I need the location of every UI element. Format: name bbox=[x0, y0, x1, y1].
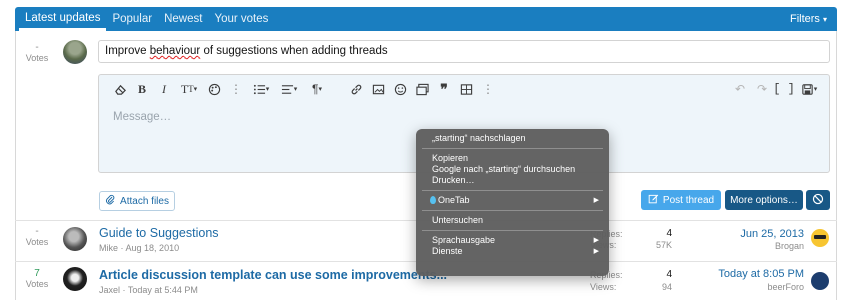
latest-user[interactable]: beerForo bbox=[700, 282, 804, 292]
more-vertical-icon[interactable]: ⋮ bbox=[225, 78, 247, 100]
thread-title-input[interactable]: Improve behaviour of suggestions when ad… bbox=[98, 40, 830, 63]
toolbar-gap bbox=[331, 78, 345, 100]
menu-item-copy[interactable]: Kopieren bbox=[416, 153, 609, 164]
votes-label: Votes bbox=[25, 237, 49, 247]
speech-label: Sprachausgabe bbox=[432, 235, 496, 245]
italic-icon[interactable]: I bbox=[153, 78, 175, 100]
thread-author[interactable]: Mike bbox=[99, 243, 118, 253]
tab-newest[interactable]: Newest bbox=[158, 7, 208, 31]
media-icon[interactable] bbox=[411, 78, 433, 100]
submenu-arrow-icon: ▶ bbox=[593, 248, 599, 255]
edit-icon bbox=[648, 193, 659, 207]
votes-count: 7 bbox=[34, 268, 40, 279]
paperclip-icon bbox=[105, 194, 116, 208]
thread-title-link[interactable]: Guide to Suggestions bbox=[99, 226, 219, 240]
views-count: 94 bbox=[661, 282, 672, 292]
filters-label: Filters bbox=[789, 13, 820, 25]
votes-count: - bbox=[35, 42, 39, 53]
replies-count: 4 bbox=[666, 269, 672, 280]
ban-icon bbox=[812, 193, 824, 208]
services-label: Dienste bbox=[432, 246, 463, 256]
votes-label: Votes bbox=[25, 53, 49, 63]
menu-item-services[interactable]: Dienste ▶ bbox=[416, 246, 609, 257]
thread-votes: 7 Votes bbox=[22, 268, 52, 290]
paragraph-icon[interactable]: ¶ ▾ bbox=[303, 78, 331, 100]
context-menu: „starting“ nachschlagen Kopieren Google … bbox=[416, 129, 609, 276]
thread-author[interactable]: Jaxel bbox=[99, 285, 120, 295]
thread-votes: - Votes bbox=[22, 226, 52, 248]
misspelled-word: behaviour bbox=[149, 45, 201, 57]
post-thread-label: Post thread bbox=[662, 194, 715, 206]
avatar[interactable] bbox=[63, 267, 87, 291]
image-icon[interactable] bbox=[367, 78, 389, 100]
avatar[interactable] bbox=[811, 272, 829, 290]
redo-icon[interactable]: ↷ bbox=[751, 78, 773, 100]
chevron-down-icon: ▾ bbox=[822, 15, 827, 24]
avatar[interactable] bbox=[63, 40, 87, 64]
thread-title-link[interactable]: Article discussion template can use some… bbox=[99, 268, 447, 282]
table-icon[interactable] bbox=[455, 78, 477, 100]
menu-separator bbox=[422, 210, 603, 211]
menu-item-inspect[interactable]: Untersuchen bbox=[416, 215, 609, 226]
attach-files-button[interactable]: Attach files bbox=[99, 191, 175, 211]
menu-separator bbox=[422, 148, 603, 149]
list-icon[interactable]: ▾ bbox=[247, 78, 275, 100]
eraser-icon[interactable] bbox=[109, 78, 131, 100]
text-size-icon[interactable]: T T ▾ bbox=[175, 78, 203, 100]
link-icon[interactable] bbox=[345, 78, 367, 100]
title-text-end: of suggestions when adding threads bbox=[200, 45, 388, 57]
filters-button[interactable]: Filters ▾ bbox=[790, 13, 837, 25]
votes-label: Votes bbox=[25, 279, 49, 289]
menu-item-onetab[interactable]: OneTab ▶ bbox=[416, 195, 609, 206]
menu-separator bbox=[422, 190, 603, 191]
tab-your-votes[interactable]: Your votes bbox=[208, 7, 274, 31]
votes-count: - bbox=[35, 226, 39, 237]
new-thread-votes: - Votes bbox=[22, 42, 52, 64]
more-vertical-icon[interactable]: ⋮ bbox=[477, 78, 499, 100]
smiley-icon[interactable] bbox=[389, 78, 411, 100]
palette-icon[interactable] bbox=[203, 78, 225, 100]
bbcode-icon[interactable]: [ ] bbox=[773, 78, 795, 100]
menu-separator bbox=[422, 230, 603, 231]
menu-item-lookup[interactable]: „starting“ nachschlagen bbox=[416, 133, 609, 144]
latest-date[interactable]: Jun 25, 2013 bbox=[700, 228, 804, 240]
more-options-button[interactable]: More options… bbox=[725, 190, 803, 210]
thread-date[interactable]: Aug 18, 2010 bbox=[126, 243, 180, 253]
tab-latest-updates[interactable]: Latest updates bbox=[19, 7, 107, 31]
quote-icon[interactable]: ❞ bbox=[433, 78, 455, 100]
onetab-icon bbox=[430, 196, 436, 204]
submenu-arrow-icon: ▶ bbox=[593, 197, 599, 204]
thread-date[interactable]: Today at 5:44 PM bbox=[128, 285, 198, 295]
onetab-label: OneTab bbox=[438, 195, 470, 205]
attach-files-label: Attach files bbox=[120, 195, 169, 207]
menu-item-speech[interactable]: Sprachausgabe ▶ bbox=[416, 235, 609, 246]
avatar[interactable] bbox=[63, 227, 87, 251]
cancel-button[interactable] bbox=[806, 190, 830, 210]
drafts-icon[interactable]: ▾ bbox=[795, 78, 823, 100]
thread-meta: Jaxel · Today at 5:44 PM bbox=[99, 285, 198, 295]
message-placeholder: Message… bbox=[113, 111, 172, 123]
menu-item-print[interactable]: Drucken… bbox=[416, 175, 609, 186]
editor-toolbar: B I T T ▾ ⋮ ▾ ▾ ¶ ▾ ❞ ⋮ ↶ ↷ [] ▾ bbox=[99, 75, 829, 103]
submenu-arrow-icon: ▶ bbox=[593, 237, 599, 244]
post-thread-button[interactable]: Post thread bbox=[641, 190, 721, 210]
thread-meta: Mike · Aug 18, 2010 bbox=[99, 243, 180, 253]
latest-date[interactable]: Today at 8:05 PM bbox=[700, 268, 804, 280]
align-icon[interactable]: ▾ bbox=[275, 78, 303, 100]
tab-bar: Latest updates Popular Newest Your votes… bbox=[15, 7, 837, 31]
views-label: Views: bbox=[590, 282, 617, 292]
title-text-start: Improve bbox=[105, 45, 150, 57]
bold-icon[interactable]: B bbox=[131, 78, 153, 100]
menu-item-google-search[interactable]: Google nach „starting“ durchsuchen bbox=[416, 164, 609, 175]
replies-count: 4 bbox=[666, 228, 672, 239]
tab-popular[interactable]: Popular bbox=[106, 7, 158, 31]
undo-icon[interactable]: ↶ bbox=[729, 78, 751, 100]
views-count: 57K bbox=[655, 240, 672, 250]
latest-user[interactable]: Brogan bbox=[700, 241, 804, 251]
emoji-avatar[interactable] bbox=[811, 229, 829, 247]
